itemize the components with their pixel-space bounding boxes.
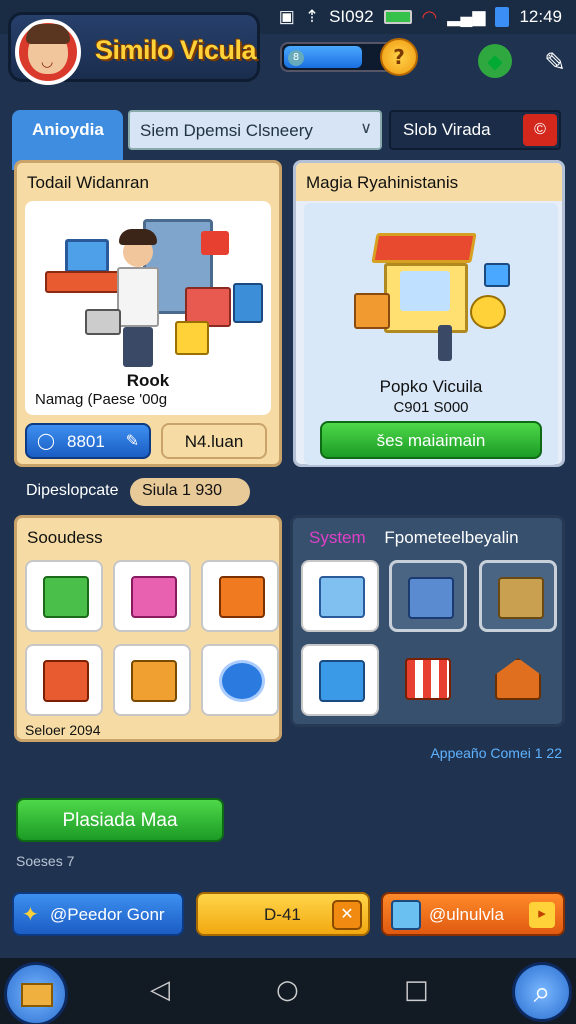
series-label: Soeses 7 bbox=[16, 853, 75, 869]
store-primary-label: 8801 bbox=[67, 432, 105, 451]
system-title-rest: Fpometeelbeyalin bbox=[384, 528, 519, 547]
info-note: Appeaño Comei 1 22 bbox=[430, 745, 562, 761]
home-icon[interactable]: ○ bbox=[276, 975, 299, 1005]
recents-icon[interactable]: □ bbox=[404, 975, 429, 1005]
system-title: System Fpometeelbeyalin bbox=[309, 528, 519, 548]
panel-title: Magia Ryahinistanis bbox=[306, 173, 459, 192]
close-icon[interactable]: © bbox=[523, 114, 557, 146]
cart-icon bbox=[319, 576, 365, 618]
search-input[interactable]: Slob Virada © bbox=[389, 110, 561, 150]
market-stall-icon bbox=[405, 658, 451, 700]
main-action-button[interactable]: Plasiada Maa bbox=[16, 798, 224, 842]
store-panel: Todail Widanran Rook Namag (Paese '00g ◯… bbox=[14, 160, 282, 467]
chat-icon: ◯ bbox=[37, 433, 55, 450]
card-subtitle: Namag (Paese '00g bbox=[35, 391, 168, 408]
store-card[interactable]: Rook Namag (Paese '00g bbox=[25, 201, 271, 415]
box-icon bbox=[21, 983, 53, 1007]
system-tile[interactable] bbox=[301, 560, 379, 632]
house-icon bbox=[495, 658, 541, 700]
category-dropdown[interactable]: Siem Dpemsi Clsneery ∨ bbox=[128, 110, 382, 150]
pencil-icon: ✎ bbox=[125, 433, 139, 450]
bottom-right-label: @ulnulvla bbox=[429, 905, 504, 924]
arrow-icon: ▸ bbox=[529, 902, 555, 928]
document-icon bbox=[319, 660, 365, 702]
system-panel: System Fpometeelbeyalin bbox=[290, 515, 565, 727]
panel-title: Sooudess bbox=[27, 528, 103, 547]
system-tile[interactable] bbox=[479, 644, 557, 716]
system-tile[interactable] bbox=[301, 644, 379, 716]
card-subtitle: C901 S000 bbox=[393, 399, 469, 416]
store-primary-button[interactable]: ◯ 8801 ✎ bbox=[25, 423, 151, 459]
item-tile[interactable] bbox=[25, 644, 103, 716]
section-pill[interactable]: Siula 1 930 bbox=[130, 478, 250, 506]
shopkeeper-illustration bbox=[35, 209, 265, 369]
register-icon bbox=[408, 577, 454, 619]
shop-building-illustration bbox=[344, 213, 524, 363]
bottom-right-button[interactable]: @ulnulvla ▸ bbox=[381, 892, 565, 936]
bottom-left-label: @Peedor Gonr bbox=[50, 905, 165, 924]
system-tile[interactable] bbox=[389, 644, 467, 716]
shop-card[interactable]: Popko Vicuila C901 S000 šes maiaimain bbox=[304, 203, 558, 465]
search-icon[interactable]: ⌕ bbox=[512, 962, 572, 1022]
search-value: Slob Virada bbox=[403, 120, 491, 139]
chevron-down-icon: ∨ bbox=[360, 120, 372, 137]
store-secondary-button[interactable]: N4.luan bbox=[161, 423, 267, 459]
logo-badge[interactable]: Similo Vicula bbox=[8, 12, 260, 85]
bottom-middle-label: D-41 bbox=[264, 905, 301, 924]
close-icon[interactable]: ✕ bbox=[332, 900, 362, 930]
card-title: Rook bbox=[126, 371, 170, 390]
system-title-accent: System bbox=[309, 528, 366, 547]
panel-title: Todail Widanran bbox=[27, 173, 149, 192]
panel-footer: Seloer 2094 bbox=[25, 722, 101, 738]
items-panel: Sooudess Seloer 2094 bbox=[14, 515, 282, 742]
store-icon bbox=[131, 576, 177, 618]
app-title: Similo Vicula bbox=[95, 35, 257, 65]
system-tile[interactable] bbox=[479, 560, 557, 632]
avatar[interactable] bbox=[15, 19, 81, 85]
item-tile[interactable] bbox=[113, 560, 191, 632]
wrench-icon[interactable]: ✎ bbox=[538, 46, 572, 80]
back-icon[interactable]: ◁ bbox=[150, 975, 170, 1005]
avatar-face-icon bbox=[26, 24, 70, 74]
storage-icon bbox=[498, 577, 544, 619]
tag-icon bbox=[219, 660, 265, 702]
item-tile[interactable] bbox=[25, 560, 103, 632]
item-tile[interactable] bbox=[201, 560, 279, 632]
dropdown-value: Siem Dpemsi Clsneery bbox=[140, 121, 313, 140]
kiosk-icon bbox=[131, 660, 177, 702]
gem-icon[interactable]: ◆ bbox=[478, 44, 512, 78]
box-icon bbox=[43, 576, 89, 618]
item-tile[interactable] bbox=[201, 644, 279, 716]
progress-dot: 8 bbox=[288, 50, 304, 66]
section-label: Dipeslopcate bbox=[26, 482, 119, 499]
card-title: Popko Vicuila bbox=[379, 377, 483, 396]
shop-icon bbox=[43, 660, 89, 702]
system-tile[interactable] bbox=[389, 560, 467, 632]
key-icon[interactable]: ? bbox=[380, 38, 418, 76]
clipboard-icon bbox=[391, 900, 421, 930]
truck-icon bbox=[219, 576, 265, 618]
shop-panel: Magia Ryahinistanis Popko Vicuila C901 S… bbox=[293, 160, 565, 467]
shop-action-button[interactable]: šes maiaimain bbox=[320, 421, 542, 459]
app-header: Similo Vicula 8 ? ◆ ✎ bbox=[8, 8, 568, 85]
inventory-box-button[interactable] bbox=[4, 962, 68, 1024]
bottom-middle-button[interactable]: D-41 ✕ bbox=[196, 892, 370, 936]
magic-wand-icon: ✦ bbox=[22, 904, 39, 926]
item-tile[interactable] bbox=[113, 644, 191, 716]
bottom-left-button[interactable]: ✦ @Peedor Gonr bbox=[12, 892, 184, 936]
